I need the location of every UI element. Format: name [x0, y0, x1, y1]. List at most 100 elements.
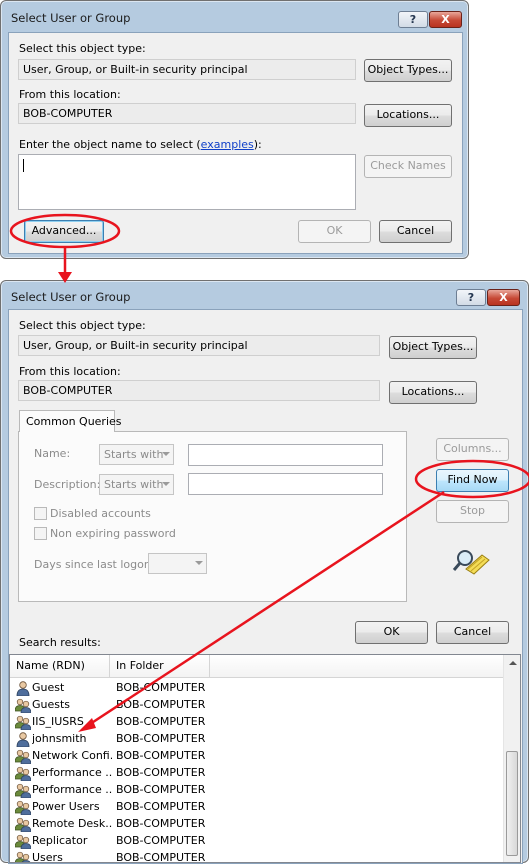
search-results-list[interactable]: Name (RDN) In Folder Guest BOB-COMPUTER Gu…: [9, 654, 521, 863]
dialog-title: Select User or Group: [11, 11, 131, 25]
name-match-value: Starts with: [104, 448, 164, 461]
search-magnifier-icon: [452, 547, 492, 577]
row-name-cell: Replicator: [32, 834, 88, 847]
chevron-down-icon: [162, 452, 170, 456]
row-name-cell: Guests: [32, 698, 71, 711]
table-row[interactable]: Remote Desk... BOB-COMPUTER: [10, 816, 502, 833]
location-label: From this location:: [19, 88, 121, 101]
row-folder-cell: BOB-COMPUTER: [116, 817, 206, 830]
object-name-input[interactable]: [18, 154, 356, 210]
examples-link[interactable]: examples: [201, 138, 254, 151]
row-name-cell: Performance ...: [32, 766, 112, 779]
table-row[interactable]: Users BOB-COMPUTER: [10, 850, 502, 863]
text-caret: [23, 159, 24, 172]
name-match-combo[interactable]: Starts with: [99, 444, 174, 465]
object-types-button[interactable]: Object Types...: [389, 336, 477, 359]
group-icon: [14, 834, 32, 850]
row-folder-cell: BOB-COMPUTER: [116, 732, 206, 745]
locations-button[interactable]: Locations...: [364, 104, 452, 127]
column-header-folder[interactable]: In Folder: [110, 655, 210, 678]
group-icon: [14, 783, 32, 799]
object-type-field: User, Group, or Built-in security princi…: [18, 335, 380, 356]
days-logon-combo[interactable]: [148, 553, 207, 574]
stop-button[interactable]: Stop: [436, 500, 509, 523]
columns-button[interactable]: Columns...: [436, 438, 509, 461]
group-icon: [14, 715, 32, 731]
cancel-button[interactable]: Cancel: [379, 220, 452, 243]
dialog-title: Select User or Group: [11, 290, 131, 304]
table-row[interactable]: Performance ... BOB-COMPUTER: [10, 782, 502, 799]
locations-button[interactable]: Locations...: [389, 381, 477, 404]
search-results-label: Search results:: [19, 636, 101, 649]
tab-label: Common Queries: [26, 415, 122, 428]
location-field: BOB-COMPUTER: [18, 380, 380, 401]
table-row[interactable]: Power Users BOB-COMPUTER: [10, 799, 502, 816]
scroll-thumb[interactable]: [506, 751, 518, 856]
help-button[interactable]: ?: [456, 289, 486, 306]
row-name-cell: Remote Desk...: [32, 817, 112, 830]
close-button[interactable]: X: [429, 11, 462, 28]
enter-name-suffix: ):: [253, 138, 262, 151]
group-icon: [14, 817, 32, 833]
object-type-label: Select this object type:: [19, 42, 146, 55]
vertical-scrollbar[interactable]: [503, 655, 520, 862]
column-header-name[interactable]: Name (RDN): [10, 655, 110, 678]
row-name-cell: Network Confi...: [32, 749, 112, 762]
description-match-combo[interactable]: Starts with: [99, 474, 174, 495]
scroll-up-arrow-icon[interactable]: [509, 661, 517, 665]
group-icon: [14, 851, 31, 862]
close-button[interactable]: X: [487, 289, 520, 306]
group-icon: [14, 800, 32, 816]
tab-common-queries[interactable]: Common Queries: [19, 410, 122, 432]
description-label: Description:: [34, 478, 101, 491]
table-row[interactable]: Network Confi... BOB-COMPUTER: [10, 748, 502, 765]
group-icon: [14, 749, 32, 765]
enter-name-label: Enter the object name to select (example…: [19, 138, 262, 151]
ok-button[interactable]: OK: [355, 621, 428, 644]
ok-button[interactable]: OK: [298, 220, 371, 243]
name-label: Name:: [34, 447, 71, 460]
check-names-button[interactable]: Check Names: [364, 155, 452, 178]
description-match-value: Starts with: [104, 478, 164, 491]
disabled-accounts-checkbox[interactable]: [34, 507, 47, 520]
object-types-button[interactable]: Object Types...: [364, 59, 452, 82]
disabled-accounts-label: Disabled accounts: [50, 507, 151, 520]
table-row[interactable]: IIS_IUSRS BOB-COMPUTER: [10, 714, 502, 731]
description-input[interactable]: [188, 473, 383, 495]
column-header-filler: [210, 655, 505, 678]
user-icon: [15, 681, 31, 697]
row-folder-cell: BOB-COMPUTER: [116, 681, 206, 694]
row-name-cell: Guest: [32, 681, 65, 694]
cancel-button[interactable]: Cancel: [436, 621, 509, 644]
object-type-field: User, Group, or Built-in security princi…: [18, 59, 356, 80]
table-row[interactable]: Guest BOB-COMPUTER: [10, 680, 502, 697]
row-folder-cell: BOB-COMPUTER: [116, 766, 206, 779]
group-icon: [14, 766, 32, 782]
group-icon: [14, 698, 32, 714]
row-folder-cell: BOB-COMPUTER: [116, 851, 206, 863]
help-button[interactable]: ?: [398, 11, 428, 28]
row-folder-cell: BOB-COMPUTER: [116, 834, 206, 847]
days-logon-label: Days since last logon:: [34, 558, 155, 571]
row-folder-cell: BOB-COMPUTER: [116, 783, 206, 796]
advanced-button[interactable]: Advanced...: [24, 220, 104, 243]
table-row[interactable]: Replicator BOB-COMPUTER: [10, 833, 502, 850]
chevron-down-icon: [162, 482, 170, 486]
row-name-cell: Power Users: [32, 800, 100, 813]
user-icon: [15, 732, 31, 748]
row-folder-cell: BOB-COMPUTER: [116, 800, 206, 813]
row-name-cell: IIS_IUSRS: [32, 715, 84, 728]
non-expiring-checkbox[interactable]: [34, 527, 47, 540]
non-expiring-label: Non expiring password: [50, 527, 176, 540]
location-field: BOB-COMPUTER: [18, 103, 356, 124]
row-name-cell: Performance ...: [32, 783, 112, 796]
find-now-button[interactable]: Find Now: [436, 469, 509, 492]
row-folder-cell: BOB-COMPUTER: [116, 715, 206, 728]
row-name-cell: johnsmith: [32, 732, 87, 745]
name-input[interactable]: [188, 444, 383, 466]
table-row[interactable]: Guests BOB-COMPUTER: [10, 697, 502, 714]
table-row[interactable]: Performance ... BOB-COMPUTER: [10, 765, 502, 782]
object-type-label: Select this object type:: [19, 319, 146, 332]
row-name-cell: Users: [32, 851, 63, 863]
table-row[interactable]: johnsmith BOB-COMPUTER: [10, 731, 502, 748]
